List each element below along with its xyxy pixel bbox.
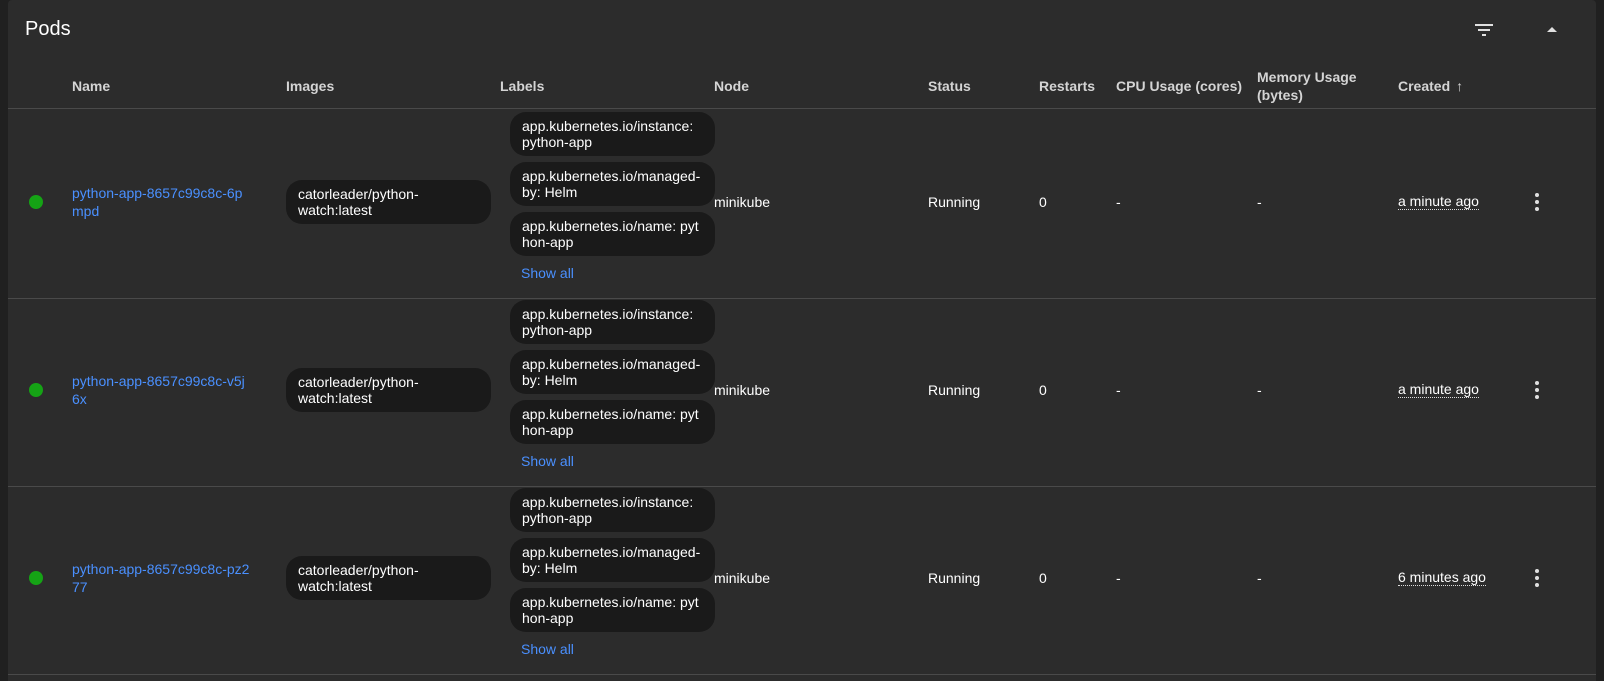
label-chip: app.kubernetes.io/managed-by: Helm (510, 538, 715, 582)
image-chip: catorleader/python-watch:latest (286, 180, 491, 224)
image-cell: catorleader/python-watch:latest (286, 106, 491, 298)
restarts-value: 0 (1039, 194, 1047, 210)
node-value: minikube (714, 194, 771, 210)
pod-name-link[interactable]: python-app-8657c99c8c-v5j6x (72, 372, 252, 408)
created-value[interactable]: a minute ago (1398, 382, 1479, 398)
show-all-link[interactable]: Show all (521, 453, 574, 469)
created-value[interactable]: 6 minutes ago (1398, 570, 1486, 586)
table-row: python-app-8657c99c8c-6pmpd catorleader/… (8, 106, 1596, 299)
table-row: python-app-8657c99c8c-pz277 catorleader/… (8, 482, 1596, 675)
status-running-icon (29, 195, 43, 209)
memory-value: - (1257, 194, 1262, 210)
image-cell: catorleader/python-watch:latest (286, 482, 491, 674)
status-value: Running (928, 194, 981, 210)
restarts-value: 0 (1039, 382, 1047, 398)
status-value: Running (928, 382, 981, 398)
page-title: Pods (25, 18, 71, 40)
pod-name-link[interactable]: python-app-8657c99c8c-pz277 (72, 560, 252, 596)
status-running-icon (29, 571, 43, 585)
column-created-label: Created (1398, 78, 1451, 94)
image-cell: catorleader/python-watch:latest (286, 294, 491, 486)
column-node[interactable]: Node (714, 64, 749, 108)
more-vert-icon[interactable] (1527, 190, 1547, 214)
name-cell: python-app-8657c99c8c-v5j6x (72, 294, 252, 486)
created-value[interactable]: a minute ago (1398, 194, 1479, 210)
label-chip: app.kubernetes.io/name: python-app (510, 212, 715, 256)
table-row: python-app-8657c99c8c-v5j6x catorleader/… (8, 294, 1596, 487)
more-vert-icon[interactable] (1527, 378, 1547, 402)
column-labels[interactable]: Labels (500, 64, 544, 108)
created-cell: a minute ago (1398, 294, 1479, 486)
label-chip: app.kubernetes.io/instance: python-app (510, 488, 715, 532)
cpu-value: - (1116, 194, 1121, 210)
filter-icon[interactable] (1472, 18, 1496, 42)
column-images[interactable]: Images (286, 64, 334, 108)
node-value: minikube (714, 382, 771, 398)
column-status[interactable]: Status (928, 64, 971, 108)
label-chip: app.kubernetes.io/instance: python-app (510, 112, 715, 156)
labels-cell: app.kubernetes.io/instance: python-app ap… (510, 300, 715, 471)
labels-cell: app.kubernetes.io/instance: python-app ap… (510, 112, 715, 283)
column-memory[interactable]: Memory Usage (bytes) (1257, 64, 1357, 108)
status-value: Running (928, 570, 981, 586)
created-cell: 6 minutes ago (1398, 482, 1486, 674)
pod-name-link[interactable]: python-app-8657c99c8c-6pmpd (72, 184, 252, 220)
column-cpu[interactable]: CPU Usage (cores) (1116, 64, 1242, 108)
sort-ascending-icon: ↑ (1456, 78, 1464, 94)
cpu-value: - (1116, 570, 1121, 586)
column-memory-line2: (bytes) (1257, 87, 1303, 103)
label-chip: app.kubernetes.io/managed-by: Helm (510, 162, 715, 206)
label-chip: app.kubernetes.io/instance: python-app (510, 300, 715, 344)
column-restarts[interactable]: Restarts (1039, 64, 1095, 108)
image-chip: catorleader/python-watch:latest (286, 368, 491, 412)
memory-value: - (1257, 570, 1262, 586)
pods-card: Pods Name Images Labels Node Status Rest… (8, 0, 1596, 681)
created-cell: a minute ago (1398, 106, 1479, 298)
column-name[interactable]: Name (72, 64, 110, 108)
collapse-icon[interactable] (1540, 18, 1564, 42)
show-all-link[interactable]: Show all (521, 265, 574, 281)
memory-value: - (1257, 382, 1262, 398)
card-header: Pods (8, 0, 1596, 60)
labels-cell: app.kubernetes.io/instance: python-app ap… (510, 488, 715, 659)
table-header: Name Images Labels Node Status Restarts … (8, 64, 1596, 109)
restarts-value: 0 (1039, 570, 1047, 586)
label-chip: app.kubernetes.io/managed-by: Helm (510, 350, 715, 394)
name-cell: python-app-8657c99c8c-6pmpd (72, 106, 252, 298)
column-memory-line1: Memory Usage (1257, 69, 1357, 85)
cpu-value: - (1116, 382, 1121, 398)
column-created[interactable]: Created ↑ (1398, 64, 1463, 108)
label-chip: app.kubernetes.io/name: python-app (510, 400, 715, 444)
name-cell: python-app-8657c99c8c-pz277 (72, 482, 252, 674)
show-all-link[interactable]: Show all (521, 641, 574, 657)
status-running-icon (29, 383, 43, 397)
image-chip: catorleader/python-watch:latest (286, 556, 491, 600)
more-vert-icon[interactable] (1527, 566, 1547, 590)
node-value: minikube (714, 570, 771, 586)
label-chip: app.kubernetes.io/name: python-app (510, 588, 715, 632)
